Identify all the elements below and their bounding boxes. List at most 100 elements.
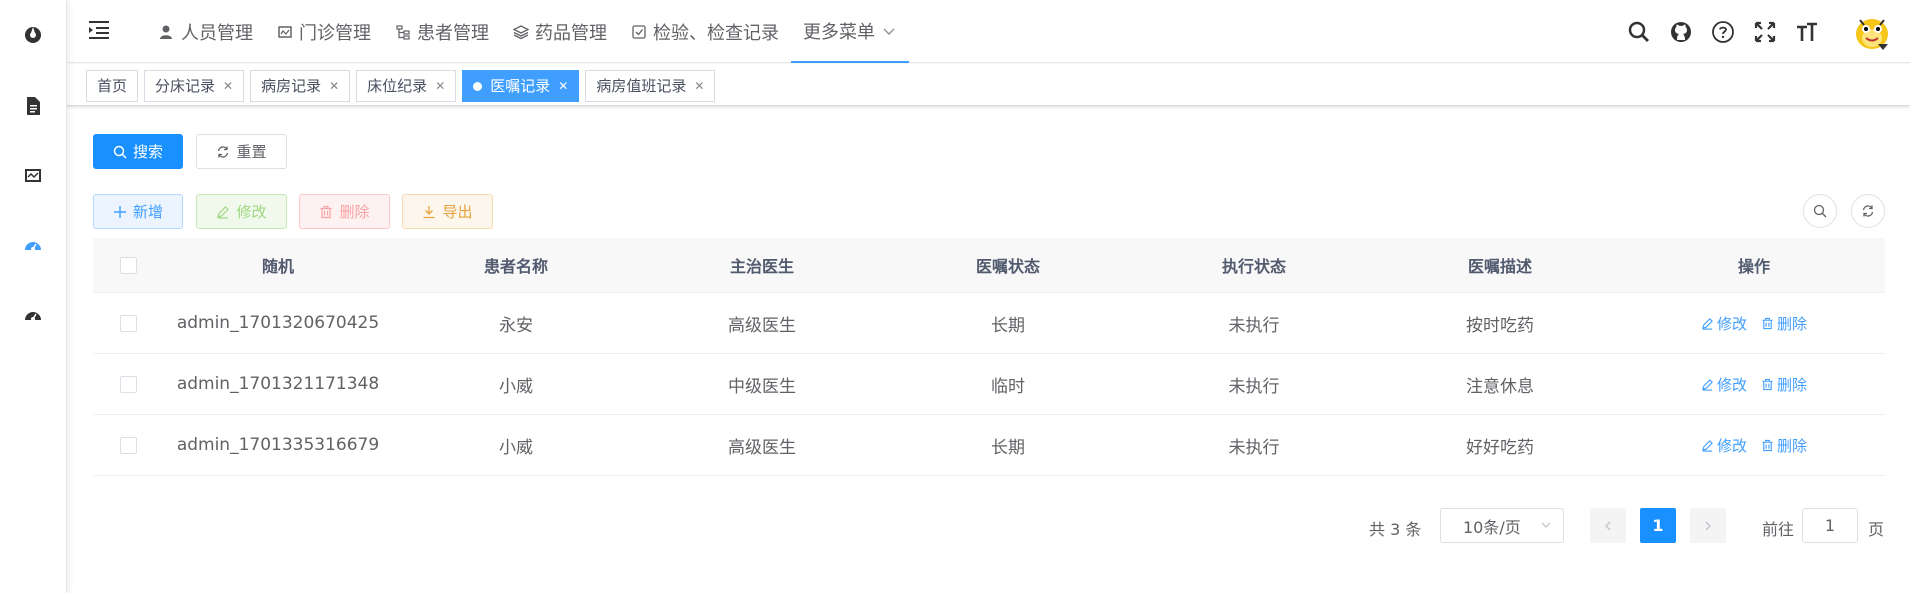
- cell-desc: 注意休息: [1466, 376, 1534, 397]
- tags-list: 首页 分床记录 ✕ 病房记录 ✕ 床位纪录 ✕ 医嘱记录 ✕ 病房值班记录 ✕: [86, 70, 716, 102]
- select-all-cell: [93, 256, 163, 274]
- reset-button-label: 重置: [236, 143, 267, 161]
- plus-icon: [113, 205, 126, 218]
- select-all-checkbox[interactable]: [119, 256, 137, 274]
- page-size-select[interactable]: 10条/页: [1440, 508, 1564, 543]
- close-icon[interactable]: ✕: [694, 71, 704, 101]
- add-button[interactable]: 新增: [93, 194, 183, 229]
- github-link[interactable]: [1668, 19, 1694, 45]
- monitor-icon: [25, 169, 41, 182]
- dashboard-icon: [25, 312, 41, 321]
- column-header: 医嘱描述: [1467, 257, 1532, 276]
- fullscreen-button[interactable]: [1752, 19, 1778, 45]
- row-edit-link[interactable]: 修改: [1701, 374, 1747, 395]
- cell-id: admin_1701335316679: [176, 435, 380, 455]
- row-delete-link[interactable]: 删除: [1761, 313, 1807, 334]
- row-checkbox[interactable]: [119, 375, 137, 393]
- tag-home[interactable]: 首页: [86, 70, 139, 102]
- tag-bed-assign[interactable]: 分床记录 ✕: [144, 70, 245, 102]
- column-header: 医嘱状态: [975, 257, 1040, 276]
- row-checkbox[interactable]: [119, 314, 137, 332]
- close-icon[interactable]: ✕: [435, 71, 445, 101]
- cell-patient: 永安: [499, 315, 533, 336]
- row-select-cell: [93, 314, 163, 332]
- cell-order-status: 临时: [991, 376, 1025, 397]
- medical-order-table: 随机 患者名称 主治医生 医嘱状态 执行状态 医嘱描述 操作 admin_170…: [93, 238, 1885, 476]
- menu-item-staff[interactable]: 人员管理: [147, 0, 265, 63]
- sidebar-item-dashboard[interactable]: [22, 305, 44, 327]
- menu-item-clinic[interactable]: 门诊管理: [265, 0, 383, 63]
- prev-page-button[interactable]: [1590, 508, 1626, 543]
- person-icon: [160, 25, 172, 39]
- close-icon[interactable]: ✕: [223, 71, 233, 101]
- delete-button[interactable]: 删除: [299, 194, 390, 229]
- refresh-button[interactable]: [1851, 194, 1885, 228]
- question-icon: [1712, 20, 1734, 43]
- right-tools: [1626, 0, 1892, 63]
- reset-button[interactable]: 重置: [196, 134, 287, 169]
- row-delete-link[interactable]: 删除: [1761, 374, 1807, 395]
- caret-down-icon[interactable]: [1878, 44, 1888, 50]
- menu-item-label: 门诊管理: [299, 22, 371, 44]
- cell-exec-status: 未执行: [1228, 376, 1280, 397]
- sidebar-item-home[interactable]: [22, 24, 44, 46]
- toggle-search-button[interactable]: [1803, 194, 1837, 228]
- row-edit-link[interactable]: 修改: [1701, 313, 1747, 334]
- column-header: 主治医生: [729, 257, 794, 276]
- pagination-total: 共 3 条: [1369, 520, 1422, 539]
- tag-bed[interactable]: 床位纪录 ✕: [356, 70, 457, 102]
- table-row[interactable]: admin_1701335316679 小威 高级医生 长期 未执行 好好吃药 …: [93, 415, 1885, 476]
- goto-page-input[interactable]: 1: [1802, 508, 1858, 543]
- edit-icon: [1702, 378, 1713, 391]
- tag-label: 医嘱记录: [490, 77, 551, 95]
- clinic-icon: [278, 25, 292, 38]
- help-link[interactable]: [1710, 19, 1736, 45]
- chevron-down-icon: [883, 28, 895, 35]
- edit-button[interactable]: 修改: [196, 194, 287, 229]
- menu-item-label: 检验、检查记录: [653, 22, 779, 44]
- menu-item-label: 药品管理: [535, 22, 607, 44]
- sidebar-item-dashboard-active[interactable]: [22, 235, 44, 257]
- edit-icon: [1702, 439, 1713, 452]
- menu-item-more[interactable]: 更多菜单: [791, 0, 909, 63]
- export-button-label: 导出: [442, 203, 473, 221]
- search-icon: [113, 145, 127, 159]
- sidebar-item-docs[interactable]: [22, 95, 44, 117]
- row-edit-label: 修改: [1716, 436, 1747, 455]
- table-row[interactable]: admin_1701320670425 永安 高级医生 长期 未执行 按时吃药 …: [93, 293, 1885, 354]
- search-button[interactable]: 搜索: [93, 134, 183, 169]
- chevron-left-icon: [1605, 521, 1611, 530]
- cell-actions: 修改 删除: [1623, 374, 1885, 395]
- sidebar-item-monitor[interactable]: [22, 165, 44, 187]
- row-delete-label: 删除: [1777, 436, 1808, 455]
- table-header: 随机 患者名称 主治医生 医嘱状态 执行状态 医嘱描述 操作: [93, 238, 1885, 293]
- menu-item-inspection[interactable]: 检验、检查记录: [619, 0, 791, 63]
- table-row[interactable]: admin_1701321171348 小威 中级医生 临时 未执行 注意休息 …: [93, 354, 1885, 415]
- row-edit-link[interactable]: 修改: [1701, 435, 1747, 456]
- cell-id: admin_1701320670425: [176, 313, 380, 333]
- cell-actions: 修改 删除: [1623, 435, 1885, 456]
- cell-exec-status: 未执行: [1228, 315, 1280, 336]
- cell-id: admin_1701321171348: [176, 374, 380, 394]
- search-icon: [1628, 21, 1649, 42]
- download-icon: [423, 205, 435, 218]
- menu-item-patient[interactable]: 患者管理: [383, 0, 501, 63]
- edit-button-label: 修改: [236, 203, 267, 221]
- next-page-button[interactable]: [1690, 508, 1726, 543]
- row-select-cell: [93, 375, 163, 393]
- row-checkbox[interactable]: [119, 436, 137, 454]
- close-icon[interactable]: ✕: [329, 71, 339, 101]
- tag-ward-duty[interactable]: 病房值班记录 ✕: [585, 70, 716, 102]
- export-button[interactable]: 导出: [402, 194, 493, 229]
- row-delete-link[interactable]: 删除: [1761, 435, 1807, 456]
- close-icon[interactable]: ✕: [558, 71, 568, 101]
- tag-ward[interactable]: 病房记录 ✕: [250, 70, 351, 102]
- search-tool[interactable]: [1626, 19, 1652, 45]
- page-number-current[interactable]: 1: [1640, 508, 1676, 543]
- tag-medical-order[interactable]: 医嘱记录 ✕: [462, 70, 580, 102]
- font-size-button[interactable]: [1794, 19, 1820, 45]
- menu-item-drug[interactable]: 药品管理: [501, 0, 619, 63]
- sidebar-toggle-icon[interactable]: [89, 20, 111, 40]
- chevron-right-icon: [1705, 521, 1711, 530]
- row-edit-label: 修改: [1716, 375, 1747, 394]
